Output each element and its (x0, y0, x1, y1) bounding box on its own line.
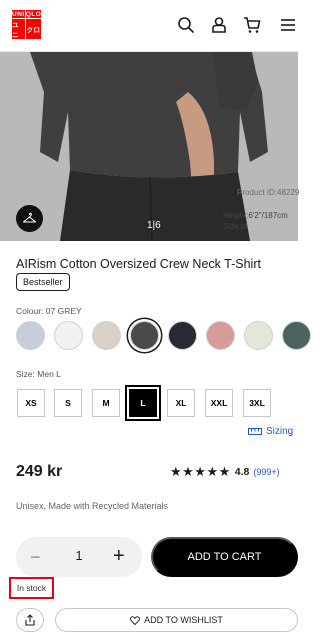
wishlist-label: ADD TO WISHLIST (144, 615, 223, 625)
colour-swatch-beige[interactable] (92, 321, 121, 350)
logo-cell: UNI (12, 10, 25, 18)
add-to-wishlist-button[interactable]: ADD TO WISHLIST (55, 608, 298, 632)
colour-swatch-light-green[interactable] (244, 321, 273, 350)
sizing-link-label: Sizing (266, 426, 294, 437)
size-option-3xl[interactable]: 3XL (243, 389, 271, 417)
size-option-l[interactable]: L (125, 385, 161, 421)
sizing-link[interactable]: Sizing (248, 426, 293, 437)
material-info: Unisex, Made with Recycled Materials (16, 501, 169, 511)
size-label: Size: Men L (16, 369, 61, 379)
quantity-value[interactable]: 1 (71, 548, 87, 563)
decrease-quantity-button[interactable]: − (30, 547, 41, 568)
colour-swatch-grey[interactable] (130, 321, 159, 350)
bestseller-badge: Bestseller (16, 273, 70, 291)
ruler-icon (248, 428, 262, 435)
colour-swatch-navy[interactable] (168, 321, 197, 350)
account-icon[interactable] (210, 16, 228, 34)
size-option-xxl[interactable]: XXL (205, 389, 233, 417)
size-option-m[interactable]: M (92, 389, 120, 417)
add-to-cart-button[interactable]: ADD TO CART (151, 537, 298, 577)
size-option-s[interactable]: S (54, 389, 82, 417)
uniqlo-logo[interactable]: UNI QLO ユニ クロ (12, 10, 42, 39)
gallery-pager: 1|6 (147, 220, 161, 231)
share-icon (25, 614, 35, 626)
quantity-stepper: − 1 + (16, 537, 142, 577)
colour-swatch-light-blue-grey[interactable] (16, 321, 45, 350)
menu-icon[interactable] (279, 16, 295, 34)
rating[interactable]: ★★★★★ 4.8 (999+) (170, 464, 280, 480)
logo-cell: QLO (25, 10, 42, 18)
price: 249 kr (16, 463, 63, 480)
logo-cell: クロ (25, 19, 42, 39)
colour-swatch-pink[interactable] (206, 321, 235, 350)
model-info: Height:6'2"/187cm Size:M (223, 210, 288, 232)
model-height: Height:6'2"/187cm (223, 211, 288, 220)
increase-quantity-button[interactable]: + (113, 545, 125, 568)
rating-score: 4.8 (234, 466, 250, 478)
logo-cell: ユニ (12, 19, 25, 39)
review-count-link[interactable]: (999+) (253, 467, 279, 477)
share-button[interactable] (16, 608, 44, 632)
search-icon[interactable] (177, 16, 195, 34)
colour-swatch-dark-green[interactable] (282, 321, 311, 350)
colour-swatch-white[interactable] (54, 321, 83, 350)
star-rating-icons: ★★★★★ (170, 464, 231, 479)
model-size: Size:M (223, 222, 248, 231)
site-header: UNI QLO ユニ クロ (0, 0, 298, 52)
size-option-xl[interactable]: XL (167, 389, 195, 417)
product-id-text: Product ID:48229 (237, 188, 300, 197)
colour-label: Colour: 07 GREY (16, 306, 82, 316)
size-option-xs[interactable]: XS (17, 389, 45, 417)
hanger-icon[interactable] (16, 205, 43, 232)
stock-status: In stock (9, 577, 54, 599)
heart-icon (130, 615, 141, 625)
product-title: AIRism Cotton Oversized Crew Neck T-Shir… (16, 257, 261, 271)
cart-icon[interactable] (243, 16, 261, 34)
